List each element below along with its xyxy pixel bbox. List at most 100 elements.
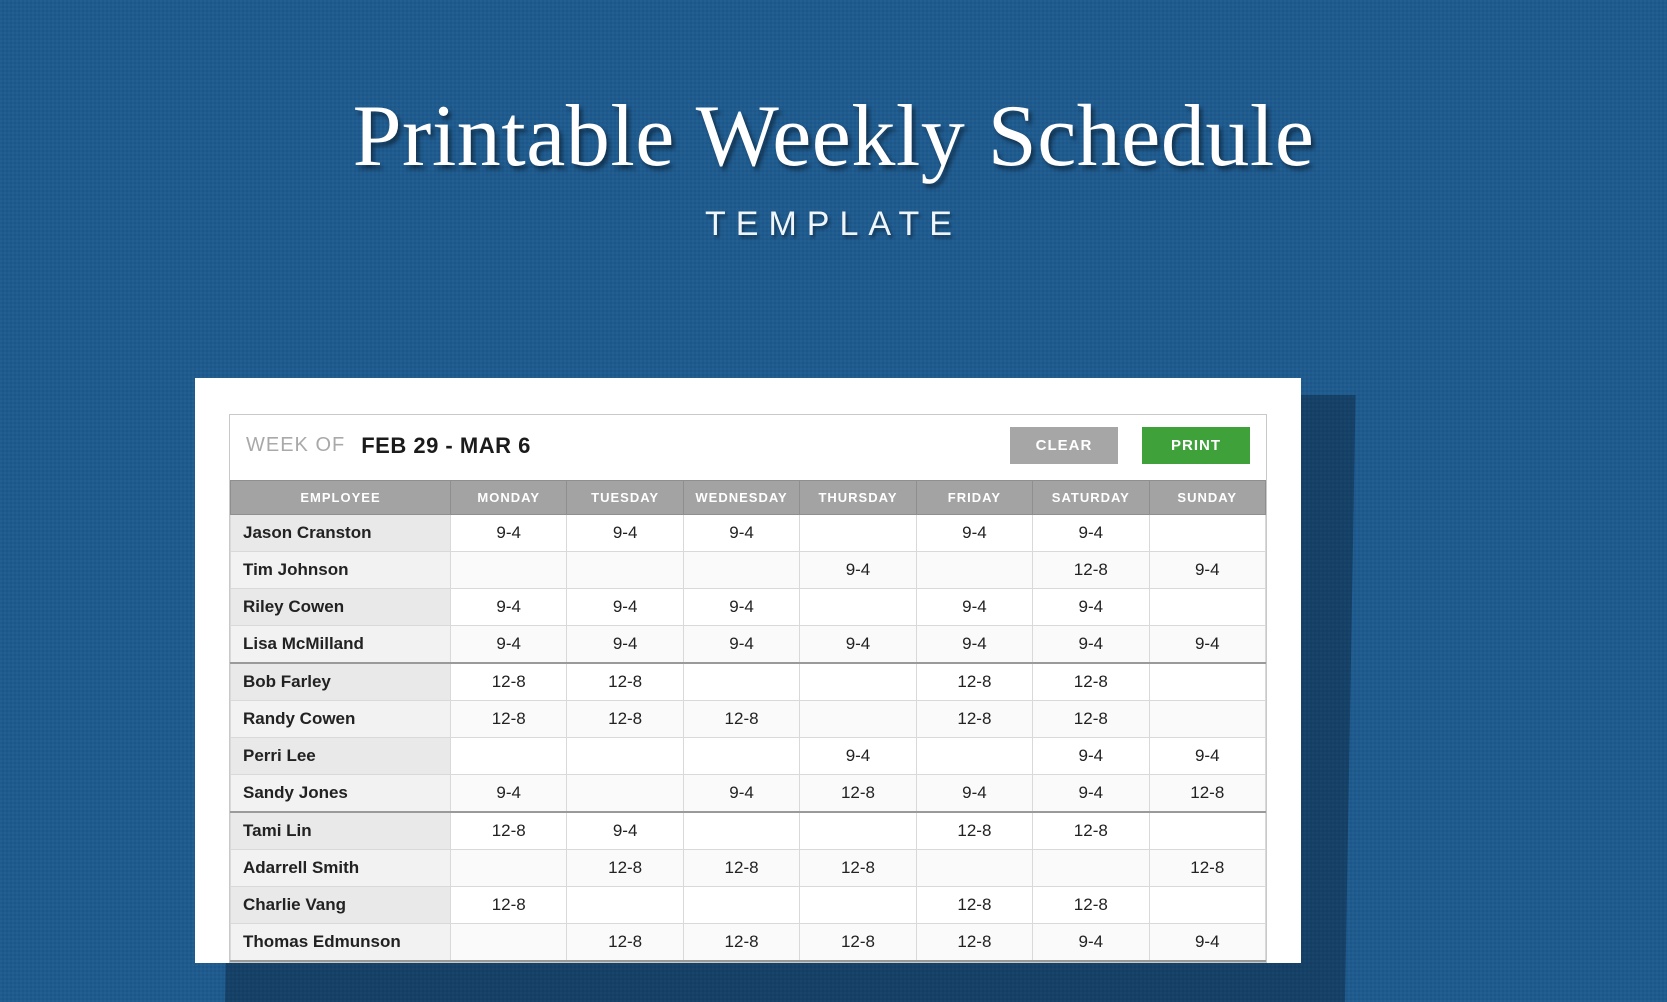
employee-name: Charlie Vang [231,887,451,924]
table-row: Randy Cowen12-812-812-812-812-8 [231,701,1266,738]
shift-cell [1033,850,1149,887]
shift-cell [916,552,1032,589]
shift-cell: 12-8 [567,701,683,738]
col-monday: MONDAY [451,481,567,515]
shift-cell: 12-8 [683,701,799,738]
col-saturday: SATURDAY [1033,481,1149,515]
shift-cell [800,589,916,626]
shift-cell: 9-4 [451,775,567,813]
shift-cell [916,850,1032,887]
shift-cell: 9-4 [567,589,683,626]
hero-title: Printable Weekly Schedule [0,86,1667,187]
print-button[interactable]: PRINT [1142,427,1250,464]
clear-button[interactable]: CLEAR [1010,427,1118,464]
shift-cell: 9-4 [1033,626,1149,664]
shift-cell [800,515,916,552]
table-header: EMPLOYEE MONDAY TUESDAY WEDNESDAY THURSD… [231,481,1266,515]
employee-name: Tim Johnson [231,552,451,589]
shift-cell: 12-8 [683,924,799,962]
shift-cell [451,850,567,887]
shift-cell: 9-4 [1033,515,1149,552]
shift-cell: 9-4 [683,515,799,552]
shift-cell: 12-8 [683,850,799,887]
shift-cell: 12-8 [916,663,1032,701]
shift-cell [916,738,1032,775]
shift-cell: 12-8 [916,924,1032,962]
col-sunday: SUNDAY [1149,481,1265,515]
employee-name: Lisa McMilland [231,626,451,664]
shift-cell: 9-4 [1033,589,1149,626]
shift-cell: 12-8 [916,812,1032,850]
shift-cell [683,552,799,589]
shift-cell: 9-4 [451,626,567,664]
shift-cell: 9-4 [451,589,567,626]
shift-cell: 9-4 [1149,924,1265,962]
week-of-label: WEEK OF [246,434,345,457]
shift-cell: 9-4 [1149,738,1265,775]
employee-name: Jason Cranston [231,515,451,552]
date-range: FEB 29 - MAR 6 [361,433,531,459]
shift-cell: 12-8 [1033,552,1149,589]
toolbar: WEEK OF FEB 29 - MAR 6 CLEAR PRINT [230,415,1266,480]
shift-cell: 9-4 [567,515,683,552]
shift-cell: 12-8 [567,850,683,887]
table-row: Sandy Jones9-49-412-89-49-412-8 [231,775,1266,813]
col-friday: FRIDAY [916,481,1032,515]
shift-cell [683,812,799,850]
employee-name: Riley Cowen [231,589,451,626]
schedule-table: EMPLOYEE MONDAY TUESDAY WEDNESDAY THURSD… [230,480,1266,962]
table-row: Jason Cranston9-49-49-49-49-4 [231,515,1266,552]
shift-cell: 9-4 [1033,738,1149,775]
shift-cell: 9-4 [683,589,799,626]
shift-cell: 9-4 [683,775,799,813]
employee-name: Perri Lee [231,738,451,775]
col-employee: EMPLOYEE [231,481,451,515]
shift-cell [451,552,567,589]
shift-cell [451,924,567,962]
shift-cell: 12-8 [451,812,567,850]
col-wednesday: WEDNESDAY [683,481,799,515]
shift-cell: 9-4 [1033,924,1149,962]
shift-cell [567,738,683,775]
shift-cell: 9-4 [1033,775,1149,813]
shift-cell: 9-4 [451,515,567,552]
shift-cell: 12-8 [1149,775,1265,813]
shift-cell: 9-4 [567,626,683,664]
shift-cell: 9-4 [800,552,916,589]
employee-name: Bob Farley [231,663,451,701]
schedule-sheet: WEEK OF FEB 29 - MAR 6 CLEAR PRINT EMPLO… [195,378,1301,963]
shift-cell: 12-8 [1033,812,1149,850]
shift-cell: 12-8 [800,775,916,813]
shift-cell: 9-4 [916,515,1032,552]
shift-cell [683,663,799,701]
col-thursday: THURSDAY [800,481,916,515]
shift-cell [1149,663,1265,701]
shift-cell: 12-8 [451,663,567,701]
employee-name: Randy Cowen [231,701,451,738]
shift-cell: 12-8 [916,887,1032,924]
shift-cell: 9-4 [916,775,1032,813]
shift-cell [683,738,799,775]
shift-cell [1149,887,1265,924]
shift-cell: 9-4 [916,589,1032,626]
shift-cell [1149,701,1265,738]
shift-cell: 12-8 [1033,701,1149,738]
shift-cell: 9-4 [800,738,916,775]
shift-cell [567,887,683,924]
shift-cell [567,775,683,813]
shift-cell: 9-4 [916,626,1032,664]
shift-cell: 9-4 [567,812,683,850]
table-row: Lisa McMilland9-49-49-49-49-49-49-4 [231,626,1266,664]
shift-cell: 12-8 [567,924,683,962]
table-row: Charlie Vang12-812-812-8 [231,887,1266,924]
table-body: Jason Cranston9-49-49-49-49-4Tim Johnson… [231,515,1266,962]
shift-cell: 12-8 [451,887,567,924]
shift-cell [1149,589,1265,626]
table-row: Tami Lin12-89-412-812-8 [231,812,1266,850]
shift-cell: 12-8 [800,924,916,962]
shift-cell [451,738,567,775]
shift-cell: 9-4 [683,626,799,664]
table-row: Thomas Edmunson12-812-812-812-89-49-4 [231,924,1266,962]
shift-cell: 12-8 [1149,850,1265,887]
col-tuesday: TUESDAY [567,481,683,515]
